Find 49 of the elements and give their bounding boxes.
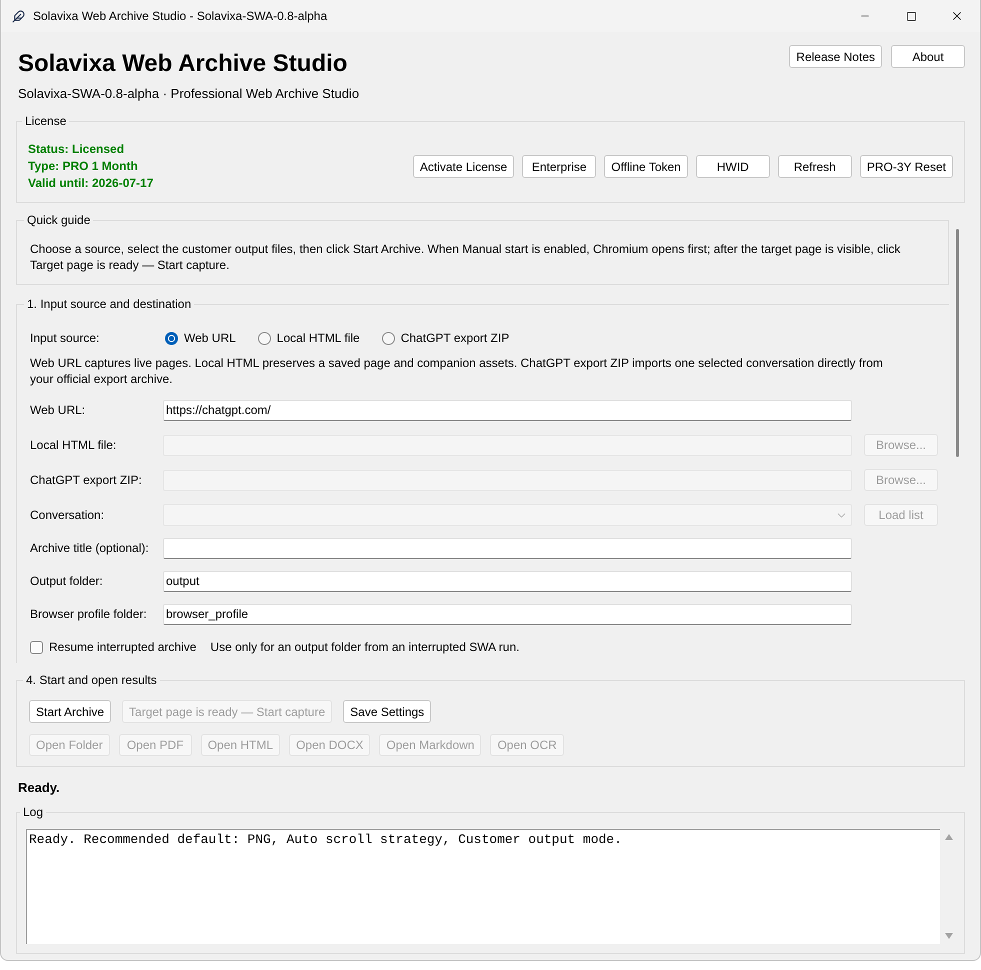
caret-down-icon[interactable] xyxy=(944,933,952,939)
log-textarea[interactable]: Ready. Recommended default: PNG, Auto scroll strategy, Customer output mode. xyxy=(26,829,940,944)
field-label: ChatGPT export ZIP: xyxy=(30,472,143,488)
maximize-icon[interactable] xyxy=(906,10,916,22)
resume-checkbox[interactable]: Resume interrupted archive xyxy=(30,639,196,655)
hint-text: Use only for an output folder from an interrupted SWA run. xyxy=(210,639,520,655)
license-button[interactable]: Offline Token xyxy=(604,155,688,178)
radio-option[interactable]: Local HTML file xyxy=(258,330,360,346)
section-label: License xyxy=(24,113,68,129)
app-title: Solavixa Web Archive Studio xyxy=(18,49,348,79)
scrollbar-thumb[interactable] xyxy=(956,229,959,457)
header-button[interactable]: About xyxy=(891,45,965,68)
field-label: Conversation: xyxy=(30,507,106,523)
license-button[interactable]: Activate License xyxy=(412,155,514,178)
field-label: Output folder: xyxy=(30,573,104,589)
feather-icon xyxy=(12,10,25,22)
section-label: Log xyxy=(22,804,44,820)
text-field[interactable]: browser_profile xyxy=(163,604,852,624)
text-field[interactable]: https://chatgpt.com/ xyxy=(163,400,852,420)
field-label: Input source: xyxy=(30,330,100,346)
field-label: Browser profile folder: xyxy=(30,606,148,622)
license-status-text: Status: Licensed xyxy=(28,141,126,158)
log-line: Ready. Recommended default: PNG, Auto scroll strategy, Customer output mode. xyxy=(29,832,622,848)
status-text: Ready. xyxy=(18,780,60,796)
radio-option[interactable]: Web URL xyxy=(165,330,236,346)
section-label: Quick guide xyxy=(26,212,92,228)
field-label: Web URL: xyxy=(30,402,86,418)
app-subtitle: Solavixa-SWA-0.8-alpha · Professional Web Archive Studio xyxy=(18,85,360,103)
license-button[interactable]: Enterprise xyxy=(522,155,596,178)
source-description: Web URL captures live pages. Local HTML preserves a saved page and companion assets. ChatGPT export ZIP imports one selected conversation directly from your official export archive. xyxy=(30,355,884,387)
field-label: Archive title (optional): xyxy=(30,540,150,556)
guide-text: Choose a source, select the customer output files, then click Start Archive. When Manual start is enabled, Chromium opens first; after the target page is visible, click Target page is ready — Start capture. xyxy=(30,241,902,273)
license-status-text: Valid until: 2026-07-17 xyxy=(28,175,154,192)
close-icon[interactable] xyxy=(950,9,964,23)
action-button[interactable]: Save Settings xyxy=(343,700,432,723)
caret-up-icon[interactable] xyxy=(944,834,952,840)
license-button[interactable]: Refresh xyxy=(778,155,852,178)
window-title: Solavixa Web Archive Studio - Solavixa-SWA-0.8-alpha xyxy=(33,8,328,24)
action-button[interactable]: Start Archive xyxy=(29,700,112,723)
license-button[interactable]: HWID xyxy=(696,155,770,178)
text-field[interactable] xyxy=(163,538,852,558)
section-label: 4. Start and open results xyxy=(25,672,158,688)
text-field[interactable]: output xyxy=(163,570,852,592)
radio-option[interactable]: ChatGPT export ZIP xyxy=(382,330,510,346)
field-label: Local HTML file: xyxy=(30,437,118,453)
header-button[interactable]: Release Notes xyxy=(789,45,882,68)
section-label: 1. Input source and destination xyxy=(26,296,192,312)
license-button[interactable]: PRO-3Y Reset xyxy=(860,155,953,178)
license-status-text: Type: PRO 1 Month xyxy=(28,158,139,175)
